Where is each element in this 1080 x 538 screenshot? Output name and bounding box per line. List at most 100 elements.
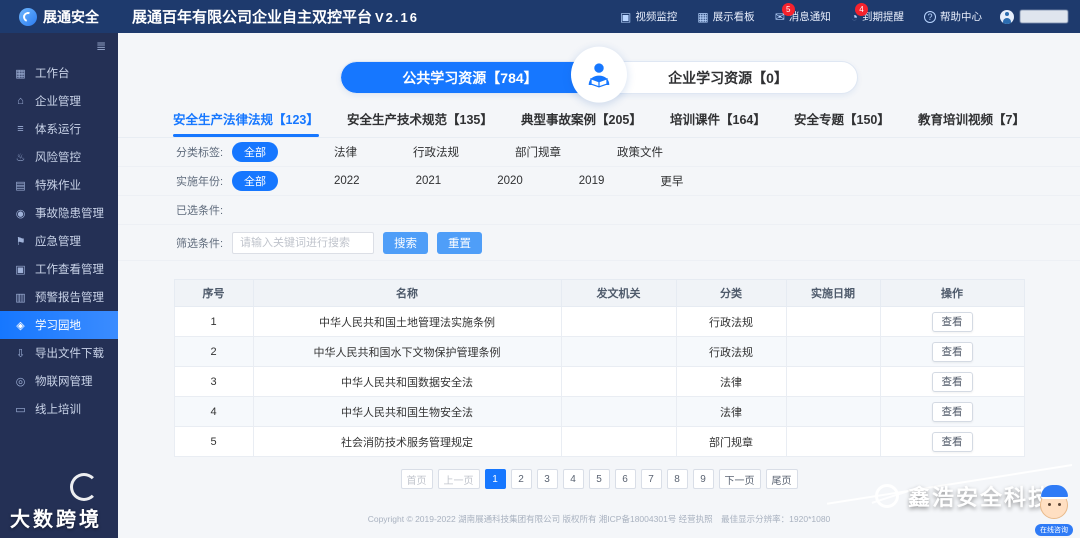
pager-item[interactable]: 5	[588, 469, 610, 489]
sidebar-item-label: 特殊作业	[35, 180, 81, 192]
filter-option[interactable]: 行政法规	[413, 144, 459, 160]
pager-item[interactable]: 8	[666, 469, 688, 489]
pager-item[interactable]: 尾页	[765, 469, 798, 489]
category-tabs: 安全生产法律法规【123】 安全生产技术规范【135】 典型事故案例【205】 培训课…	[173, 109, 1025, 137]
filter-tags-label: 分类标签:	[176, 147, 224, 159]
pager-item[interactable]: 1	[484, 469, 506, 489]
filter-row-search: 筛选条件: 搜索 重置	[118, 225, 1080, 261]
category-tab[interactable]: 培训课件【164】	[670, 109, 766, 137]
pager-item[interactable]: 6	[614, 469, 636, 489]
app-version: V2.16	[375, 10, 419, 25]
sidebar-item[interactable]: ♨ 风险管控	[0, 143, 118, 171]
view-button[interactable]: 查看	[931, 401, 973, 422]
sidebar-item-label: 体系运行	[35, 124, 81, 136]
table-cell-agency	[560, 366, 677, 397]
category-tab[interactable]: 典型事故案例【205】	[521, 109, 642, 137]
table-cell-date	[785, 306, 881, 337]
notification-badge: 4	[855, 2, 868, 16]
search-button[interactable]: 搜索	[383, 231, 428, 254]
sidebar-item[interactable]: ◎ 物联网管理	[0, 367, 118, 395]
nav-reminder-clock[interactable]: ◔ 4 到期提醒	[851, 2, 904, 24]
sidebar-item[interactable]: ◉ 事故隐患管理	[0, 199, 118, 227]
sidebar-item-label: 应急管理	[35, 236, 81, 248]
nav-help[interactable]: ? 帮助中心	[924, 9, 982, 24]
learning-icon: ◈	[16, 319, 25, 332]
sidebar-item-label: 导出文件下载	[35, 348, 104, 360]
category-tab[interactable]: 教育培训视频【7】	[918, 109, 1025, 137]
resource-tab[interactable]: 企业学习资源【0】	[599, 62, 857, 93]
nav-message[interactable]: ✉ 5 消息通知	[775, 2, 831, 24]
view-button[interactable]: 查看	[931, 341, 973, 362]
app-logo-text: 展通安全	[43, 8, 99, 25]
filter-option[interactable]: 部门规章	[515, 144, 561, 160]
filter-option[interactable]: 政策文件	[617, 144, 663, 160]
warning-report-icon: ▥	[15, 291, 26, 304]
view-button[interactable]: 查看	[931, 311, 973, 332]
view-button[interactable]: 查看	[931, 371, 973, 392]
pager-item[interactable]: 下一页	[718, 469, 761, 489]
sidebar-item[interactable]: ≡ 体系运行	[0, 115, 118, 143]
sidebar-item[interactable]: ▭ 线上培训	[0, 395, 118, 423]
category-tab[interactable]: 安全生产法律法规【123】	[173, 109, 319, 137]
notification-badge: 5	[781, 2, 795, 16]
sidebar: ≣ ▦ 工作台 ⌂ 企业管理 ≡ 体系运行 ♨ 风险管控 ▤ 特殊作业 ◉ 事故隐患管理 ⚑ 应急管理 ▣ 工…	[0, 33, 118, 538]
table-row: 1 中华人民共和国土地管理法实施条例 行政法规 查看	[173, 306, 1025, 337]
filter-option[interactable]: 全部	[232, 171, 278, 191]
download-icon: ⇩	[15, 347, 26, 360]
pager-item[interactable]: 4	[562, 469, 584, 489]
keyword-input[interactable]	[232, 231, 374, 254]
table-header-cell: 名称	[252, 279, 562, 307]
sidebar-item-label: 物联网管理	[35, 376, 93, 388]
nav-label: 视频监控	[635, 11, 678, 23]
filter-option[interactable]: 2021	[416, 175, 442, 187]
main-content: 公共学习资源【784】 企业学习资源【0】 安全生产法律法规【123】 安全生产技术…	[118, 33, 1080, 538]
user-menu[interactable]	[1000, 9, 1068, 24]
sidebar-collapse-icon[interactable]: ≣	[0, 33, 118, 59]
sidebar-item[interactable]: ⌂ 企业管理	[0, 87, 118, 115]
sidebar-item-label: 学习园地	[35, 320, 81, 332]
sidebar-item[interactable]: ▥ 预警报告管理	[0, 283, 118, 311]
mascot-face-icon	[1040, 485, 1068, 519]
help-icon: ?	[924, 10, 936, 23]
online-service-mascot[interactable]: 在线咨询	[1031, 485, 1077, 537]
pager-item[interactable]: 2	[510, 469, 532, 489]
pager-item: 上一页	[437, 469, 480, 489]
table-cell-name: 社会消防技术服务管理规定	[252, 426, 562, 457]
table-header-cell: 操作	[879, 279, 1025, 307]
app-logo[interactable]: 展通安全	[0, 0, 118, 33]
filter-option[interactable]: 2019	[579, 175, 605, 187]
table-row: 3 中华人民共和国数据安全法 法律 查看	[173, 366, 1025, 397]
resource-tab[interactable]: 公共学习资源【784】	[341, 62, 599, 93]
sidebar-item-label: 工作查看管理	[35, 264, 104, 276]
category-tab[interactable]: 安全生产技术规范【135】	[347, 109, 493, 137]
filter-option[interactable]: 全部	[232, 142, 278, 162]
category-tab[interactable]: 安全专题【150】	[794, 109, 890, 137]
sidebar-item[interactable]: ◈ 学习园地	[0, 311, 118, 339]
system-run-icon: ≡	[17, 123, 24, 135]
filter-option[interactable]: 法律	[334, 144, 357, 160]
nav-video[interactable]: ▣ 视频监控	[620, 9, 677, 24]
filter-row-selected: 已选条件:	[118, 196, 1080, 225]
sidebar-item[interactable]: ⚑ 应急管理	[0, 227, 118, 255]
filter-option[interactable]: 2022	[334, 175, 360, 187]
iot-icon: ◎	[15, 375, 26, 388]
filter-option[interactable]: 2020	[497, 175, 523, 187]
sidebar-item[interactable]: ▣ 工作查看管理	[0, 255, 118, 283]
table-cell-action: 查看	[879, 336, 1025, 367]
pager-item[interactable]: 9	[692, 469, 714, 489]
pager-item[interactable]: 3	[536, 469, 558, 489]
table-header-cell: 分类	[675, 279, 787, 307]
mascot-helmet-icon	[1041, 485, 1068, 499]
sidebar-item[interactable]: ▤ 特殊作业	[0, 171, 118, 199]
nav-dashboard[interactable]: ▦ 展示看板	[697, 9, 754, 24]
view-button[interactable]: 查看	[931, 431, 973, 452]
filter-option[interactable]: 更早	[660, 173, 683, 189]
table-cell-no: 2	[173, 336, 254, 367]
sidebar-item[interactable]: ⇩ 导出文件下载	[0, 339, 118, 367]
pager-item[interactable]: 7	[640, 469, 662, 489]
sidebar-item-label: 风险管控	[35, 152, 81, 164]
sidebar-item[interactable]: ▦ 工作台	[0, 59, 118, 87]
table-cell-agency	[560, 336, 677, 367]
table-cell-category: 法律	[675, 366, 787, 397]
reset-button[interactable]: 重置	[437, 231, 482, 254]
